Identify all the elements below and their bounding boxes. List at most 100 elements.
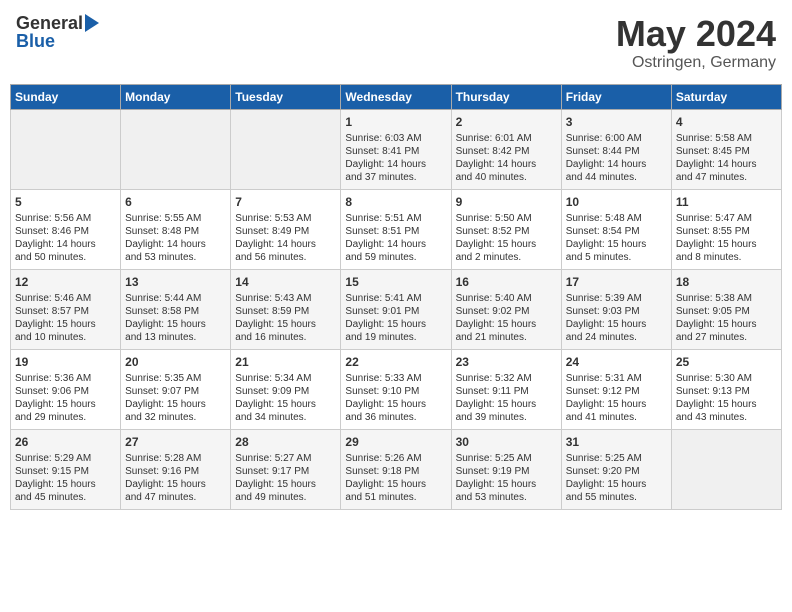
day-info: Sunrise: 5:25 AM Sunset: 9:20 PM Dayligh… <box>566 452 667 504</box>
calendar-week-row: 26Sunrise: 5:29 AM Sunset: 9:15 PM Dayli… <box>11 429 782 509</box>
day-number: 1 <box>345 114 446 130</box>
calendar-cell: 16Sunrise: 5:40 AM Sunset: 9:02 PM Dayli… <box>451 269 561 349</box>
day-number: 21 <box>235 354 336 370</box>
day-info: Sunrise: 5:39 AM Sunset: 9:03 PM Dayligh… <box>566 292 667 344</box>
day-number: 27 <box>125 434 226 450</box>
calendar-cell: 31Sunrise: 5:25 AM Sunset: 9:20 PM Dayli… <box>561 429 671 509</box>
calendar-cell: 29 Sunrise: 5:26 AM Sunset: 9:18 PM Dayli… <box>341 429 451 509</box>
day-number: 8 <box>345 194 446 210</box>
day-number: 13 <box>125 274 226 290</box>
calendar-cell: 12Sunrise: 5:46 AM Sunset: 8:57 PM Dayli… <box>11 269 121 349</box>
day-info: Sunrise: 5:47 AM Sunset: 8:55 PM Dayligh… <box>676 212 777 264</box>
day-info: Sunrise: 5:46 AM Sunset: 8:57 PM Dayligh… <box>15 292 116 344</box>
day-info: Sunrise: 5:32 AM Sunset: 9:11 PM Dayligh… <box>456 372 557 424</box>
day-info: Sunrise: 5:27 AM Sunset: 9:17 PM Dayligh… <box>235 452 336 504</box>
calendar-cell: 18 Sunrise: 5:38 AM Sunset: 9:05 PM Dayli… <box>671 269 781 349</box>
header-friday: Friday <box>561 84 671 109</box>
day-number: 28 <box>235 434 336 450</box>
day-number: 5 <box>15 194 116 210</box>
calendar-cell: 3 Sunrise: 6:00 AM Sunset: 8:44 PM Daylig… <box>561 109 671 189</box>
calendar-table: SundayMondayTuesdayWednesdayThursdayFrid… <box>10 84 782 510</box>
calendar-cell: 13 Sunrise: 5:44 AM Sunset: 8:58 PM Dayli… <box>121 269 231 349</box>
calendar-cell <box>121 109 231 189</box>
calendar-cell: 10 Sunrise: 5:48 AM Sunset: 8:54 PM Dayli… <box>561 189 671 269</box>
day-number: 2 <box>456 114 557 130</box>
day-info: Sunrise: 5:35 AM Sunset: 9:07 PM Dayligh… <box>125 372 226 424</box>
day-number: 3 <box>566 114 667 130</box>
day-info: Sunrise: 5:29 AM Sunset: 9:15 PM Dayligh… <box>15 452 116 504</box>
day-info: Sunrise: 5:43 AM Sunset: 8:59 PM Dayligh… <box>235 292 336 344</box>
day-number: 7 <box>235 194 336 210</box>
calendar-cell: 26Sunrise: 5:29 AM Sunset: 9:15 PM Dayli… <box>11 429 121 509</box>
day-number: 22 <box>345 354 446 370</box>
calendar-cell: 17 Sunrise: 5:39 AM Sunset: 9:03 PM Dayli… <box>561 269 671 349</box>
day-info: Sunrise: 6:00 AM Sunset: 8:44 PM Dayligh… <box>566 132 667 184</box>
header-tuesday: Tuesday <box>231 84 341 109</box>
day-number: 9 <box>456 194 557 210</box>
calendar-cell: 20 Sunrise: 5:35 AM Sunset: 9:07 PM Dayli… <box>121 349 231 429</box>
calendar-cell: 1 Sunrise: 6:03 AM Sunset: 8:41 PM Daylig… <box>341 109 451 189</box>
title-block: May 2024 Ostringen, Germany <box>616 14 776 72</box>
calendar-week-row: 19 Sunrise: 5:36 AM Sunset: 9:06 PM Dayli… <box>11 349 782 429</box>
day-info: Sunrise: 5:41 AM Sunset: 9:01 PM Dayligh… <box>345 292 446 344</box>
calendar-subtitle: Ostringen, Germany <box>616 54 776 72</box>
day-number: 30 <box>456 434 557 450</box>
day-info: Sunrise: 5:48 AM Sunset: 8:54 PM Dayligh… <box>566 212 667 264</box>
day-info: Sunrise: 5:50 AM Sunset: 8:52 PM Dayligh… <box>456 212 557 264</box>
day-number: 17 <box>566 274 667 290</box>
header-wednesday: Wednesday <box>341 84 451 109</box>
calendar-cell: 30 Sunrise: 5:25 AM Sunset: 9:19 PM Dayli… <box>451 429 561 509</box>
calendar-cell: 27 Sunrise: 5:28 AM Sunset: 9:16 PM Dayli… <box>121 429 231 509</box>
day-number: 20 <box>125 354 226 370</box>
calendar-cell: 4 Sunrise: 5:58 AM Sunset: 8:45 PM Daylig… <box>671 109 781 189</box>
day-number: 4 <box>676 114 777 130</box>
logo-arrow-icon <box>85 14 99 32</box>
day-info: Sunrise: 5:38 AM Sunset: 9:05 PM Dayligh… <box>676 292 777 344</box>
calendar-title: May 2024 <box>616 14 776 54</box>
calendar-cell: 24 Sunrise: 5:31 AM Sunset: 9:12 PM Dayli… <box>561 349 671 429</box>
day-info: Sunrise: 5:33 AM Sunset: 9:10 PM Dayligh… <box>345 372 446 424</box>
day-info: Sunrise: 5:31 AM Sunset: 9:12 PM Dayligh… <box>566 372 667 424</box>
logo: General Blue <box>16 14 99 52</box>
calendar-header-row: SundayMondayTuesdayWednesdayThursdayFrid… <box>11 84 782 109</box>
day-number: 18 <box>676 274 777 290</box>
page-header: General Blue May 2024 Ostringen, Germany <box>10 10 782 76</box>
day-number: 19 <box>15 354 116 370</box>
day-info: Sunrise: 5:30 AM Sunset: 9:13 PM Dayligh… <box>676 372 777 424</box>
header-thursday: Thursday <box>451 84 561 109</box>
day-info: Sunrise: 5:55 AM Sunset: 8:48 PM Dayligh… <box>125 212 226 264</box>
day-info: Sunrise: 6:03 AM Sunset: 8:41 PM Dayligh… <box>345 132 446 184</box>
day-info: Sunrise: 5:58 AM Sunset: 8:45 PM Dayligh… <box>676 132 777 184</box>
day-number: 29 <box>345 434 446 450</box>
day-info: Sunrise: 5:36 AM Sunset: 9:06 PM Dayligh… <box>15 372 116 424</box>
calendar-cell: 8 Sunrise: 5:51 AM Sunset: 8:51 PM Daylig… <box>341 189 451 269</box>
day-number: 10 <box>566 194 667 210</box>
calendar-cell: 23 Sunrise: 5:32 AM Sunset: 9:11 PM Dayli… <box>451 349 561 429</box>
day-number: 23 <box>456 354 557 370</box>
day-info: Sunrise: 5:34 AM Sunset: 9:09 PM Dayligh… <box>235 372 336 424</box>
day-info: Sunrise: 5:51 AM Sunset: 8:51 PM Dayligh… <box>345 212 446 264</box>
day-number: 24 <box>566 354 667 370</box>
calendar-cell: 14 Sunrise: 5:43 AM Sunset: 8:59 PM Dayli… <box>231 269 341 349</box>
calendar-cell: 19 Sunrise: 5:36 AM Sunset: 9:06 PM Dayli… <box>11 349 121 429</box>
header-monday: Monday <box>121 84 231 109</box>
day-info: Sunrise: 5:56 AM Sunset: 8:46 PM Dayligh… <box>15 212 116 264</box>
day-number: 16 <box>456 274 557 290</box>
day-number: 14 <box>235 274 336 290</box>
header-saturday: Saturday <box>671 84 781 109</box>
calendar-cell: 25Sunrise: 5:30 AM Sunset: 9:13 PM Dayli… <box>671 349 781 429</box>
calendar-cell <box>671 429 781 509</box>
calendar-week-row: 12Sunrise: 5:46 AM Sunset: 8:57 PM Dayli… <box>11 269 782 349</box>
calendar-cell: 28 Sunrise: 5:27 AM Sunset: 9:17 PM Dayli… <box>231 429 341 509</box>
day-info: Sunrise: 5:26 AM Sunset: 9:18 PM Dayligh… <box>345 452 446 504</box>
calendar-cell: 22 Sunrise: 5:33 AM Sunset: 9:10 PM Dayli… <box>341 349 451 429</box>
calendar-cell: 7Sunrise: 5:53 AM Sunset: 8:49 PM Daylig… <box>231 189 341 269</box>
day-info: Sunrise: 5:25 AM Sunset: 9:19 PM Dayligh… <box>456 452 557 504</box>
calendar-cell <box>11 109 121 189</box>
calendar-cell: 2 Sunrise: 6:01 AM Sunset: 8:42 PM Daylig… <box>451 109 561 189</box>
calendar-week-row: 1 Sunrise: 6:03 AM Sunset: 8:41 PM Daylig… <box>11 109 782 189</box>
calendar-cell: 15Sunrise: 5:41 AM Sunset: 9:01 PM Dayli… <box>341 269 451 349</box>
day-info: Sunrise: 5:28 AM Sunset: 9:16 PM Dayligh… <box>125 452 226 504</box>
day-info: Sunrise: 5:44 AM Sunset: 8:58 PM Dayligh… <box>125 292 226 344</box>
day-info: Sunrise: 6:01 AM Sunset: 8:42 PM Dayligh… <box>456 132 557 184</box>
